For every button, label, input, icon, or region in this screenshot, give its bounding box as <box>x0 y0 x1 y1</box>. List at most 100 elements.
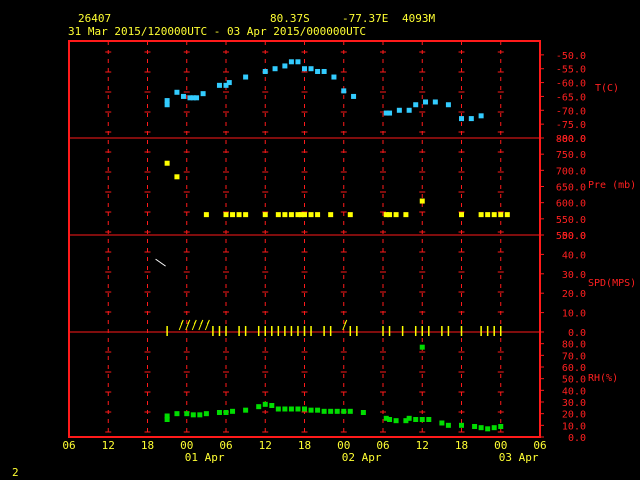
temperature-point <box>315 68 321 74</box>
x-hour-label: 12 <box>259 439 272 452</box>
temperature-point <box>302 66 307 72</box>
relative_humidity-point <box>262 401 268 407</box>
relative_humidity-point <box>190 412 196 418</box>
y-tick-label: 40.0 <box>562 386 586 397</box>
page-number: 2 <box>12 466 19 479</box>
temperature-point <box>321 68 327 74</box>
temperature-point <box>331 74 337 80</box>
relative_humidity-point <box>184 411 190 417</box>
y-tick-label: -70.0 <box>556 106 586 117</box>
relative_humidity-point <box>387 417 393 422</box>
pressure-point <box>302 212 307 218</box>
x-hour-label: 18 <box>455 439 468 452</box>
relative_humidity-point <box>197 412 203 418</box>
relative_humidity-point <box>360 410 366 415</box>
relative_humidity-point <box>498 424 504 429</box>
temperature-point <box>341 88 347 94</box>
elevation: 4093M <box>402 12 435 25</box>
relative_humidity-point <box>341 408 347 414</box>
y-tick-label: 70.0 <box>562 351 586 362</box>
y-tick-label: 550.0 <box>556 215 586 226</box>
temperature-point <box>216 82 222 88</box>
relative_humidity-point <box>269 403 275 408</box>
y-tick-label: 700.0 <box>556 166 586 177</box>
y-tick-label: 650.0 <box>556 183 586 194</box>
panel-label: SPD(MPS) <box>588 278 636 289</box>
relative_humidity-point <box>216 410 222 415</box>
temperature-point <box>351 93 357 99</box>
relative_humidity-point <box>347 408 353 414</box>
pressure-point <box>504 212 510 218</box>
pressure-point <box>387 212 393 218</box>
temperature-point <box>180 93 186 99</box>
temperature-point <box>288 59 294 65</box>
y-tick-label: 0.0 <box>568 433 586 444</box>
grid-layer <box>69 41 544 438</box>
temperature-point <box>295 59 301 65</box>
pressure-point <box>459 212 464 218</box>
x-day-label: 03 Apr <box>499 451 539 464</box>
pressure-point <box>236 212 242 218</box>
y-tick-label: -65.0 <box>556 92 586 103</box>
wind-barb <box>198 319 204 331</box>
pressure-point <box>262 212 268 218</box>
temperature-point <box>396 107 402 113</box>
pressure-point <box>230 212 236 218</box>
relative_humidity-point <box>419 417 425 422</box>
y-tick-label: 750.0 <box>556 150 586 161</box>
temperature-point <box>194 95 200 101</box>
y-tick-label: 20.0 <box>562 410 586 421</box>
y-tick-label: 10.0 <box>562 309 586 320</box>
relative_humidity-point <box>302 406 307 412</box>
temperature-point <box>272 66 278 72</box>
pressure-point <box>308 212 314 218</box>
y-tick-label: 30.0 <box>562 398 586 409</box>
relative_humidity-point <box>491 425 497 431</box>
pressure-point <box>347 212 353 218</box>
temperature-point <box>243 74 249 80</box>
temperature-point <box>423 99 429 105</box>
temperature-point <box>445 102 451 108</box>
pressure-point <box>282 212 288 218</box>
y-tick-label: 50.0 <box>562 231 586 242</box>
panel-label: RH(%) <box>588 373 618 384</box>
relative_humidity-point <box>445 422 451 428</box>
temperature-point <box>262 68 268 74</box>
y-tick-label: 40.0 <box>562 250 586 261</box>
relative_humidity-point <box>334 408 340 414</box>
pressure-point <box>393 212 399 218</box>
y-tick-label: -60.0 <box>556 79 586 90</box>
relative_humidity-point <box>472 424 478 429</box>
relative_humidity-point <box>419 344 425 350</box>
pressure-point <box>491 212 497 218</box>
station-id: 26407 <box>78 12 111 25</box>
relative_humidity-point <box>439 420 445 426</box>
pressure-point <box>164 160 170 166</box>
relative_humidity-point <box>203 411 209 417</box>
pressure-point <box>174 174 180 180</box>
pressure-point <box>485 212 491 218</box>
x-hour-label: 12 <box>102 439 115 452</box>
pressure-point <box>275 212 281 218</box>
x-day-label: 02 Apr <box>342 451 382 464</box>
x-hour-label: 18 <box>141 439 154 452</box>
temperature-point <box>413 102 419 108</box>
relative_humidity-point <box>315 407 321 413</box>
relative_humidity-point <box>230 408 236 414</box>
label-layer: -50.0-55.0-60.0-65.0-70.0-75.0-80.0T(C)8… <box>62 51 636 464</box>
relative_humidity-point <box>393 418 399 424</box>
x-hour-label: 18 <box>298 439 311 452</box>
y-tick-label: 60.0 <box>562 363 586 374</box>
temperature-point <box>406 107 412 113</box>
y-tick-label: 20.0 <box>562 289 586 300</box>
y-tick-label: -50.0 <box>556 51 586 62</box>
wind-barb <box>191 319 197 331</box>
x-day-label: 01 Apr <box>185 451 225 464</box>
relative_humidity-point <box>426 417 432 422</box>
temperature-point <box>468 116 474 122</box>
relative_humidity-point <box>459 422 464 428</box>
latitude: 80.37S <box>270 12 310 25</box>
relative_humidity-point <box>164 413 170 419</box>
wind-barb <box>204 319 210 331</box>
y-tick-label: 800.0 <box>556 134 586 145</box>
